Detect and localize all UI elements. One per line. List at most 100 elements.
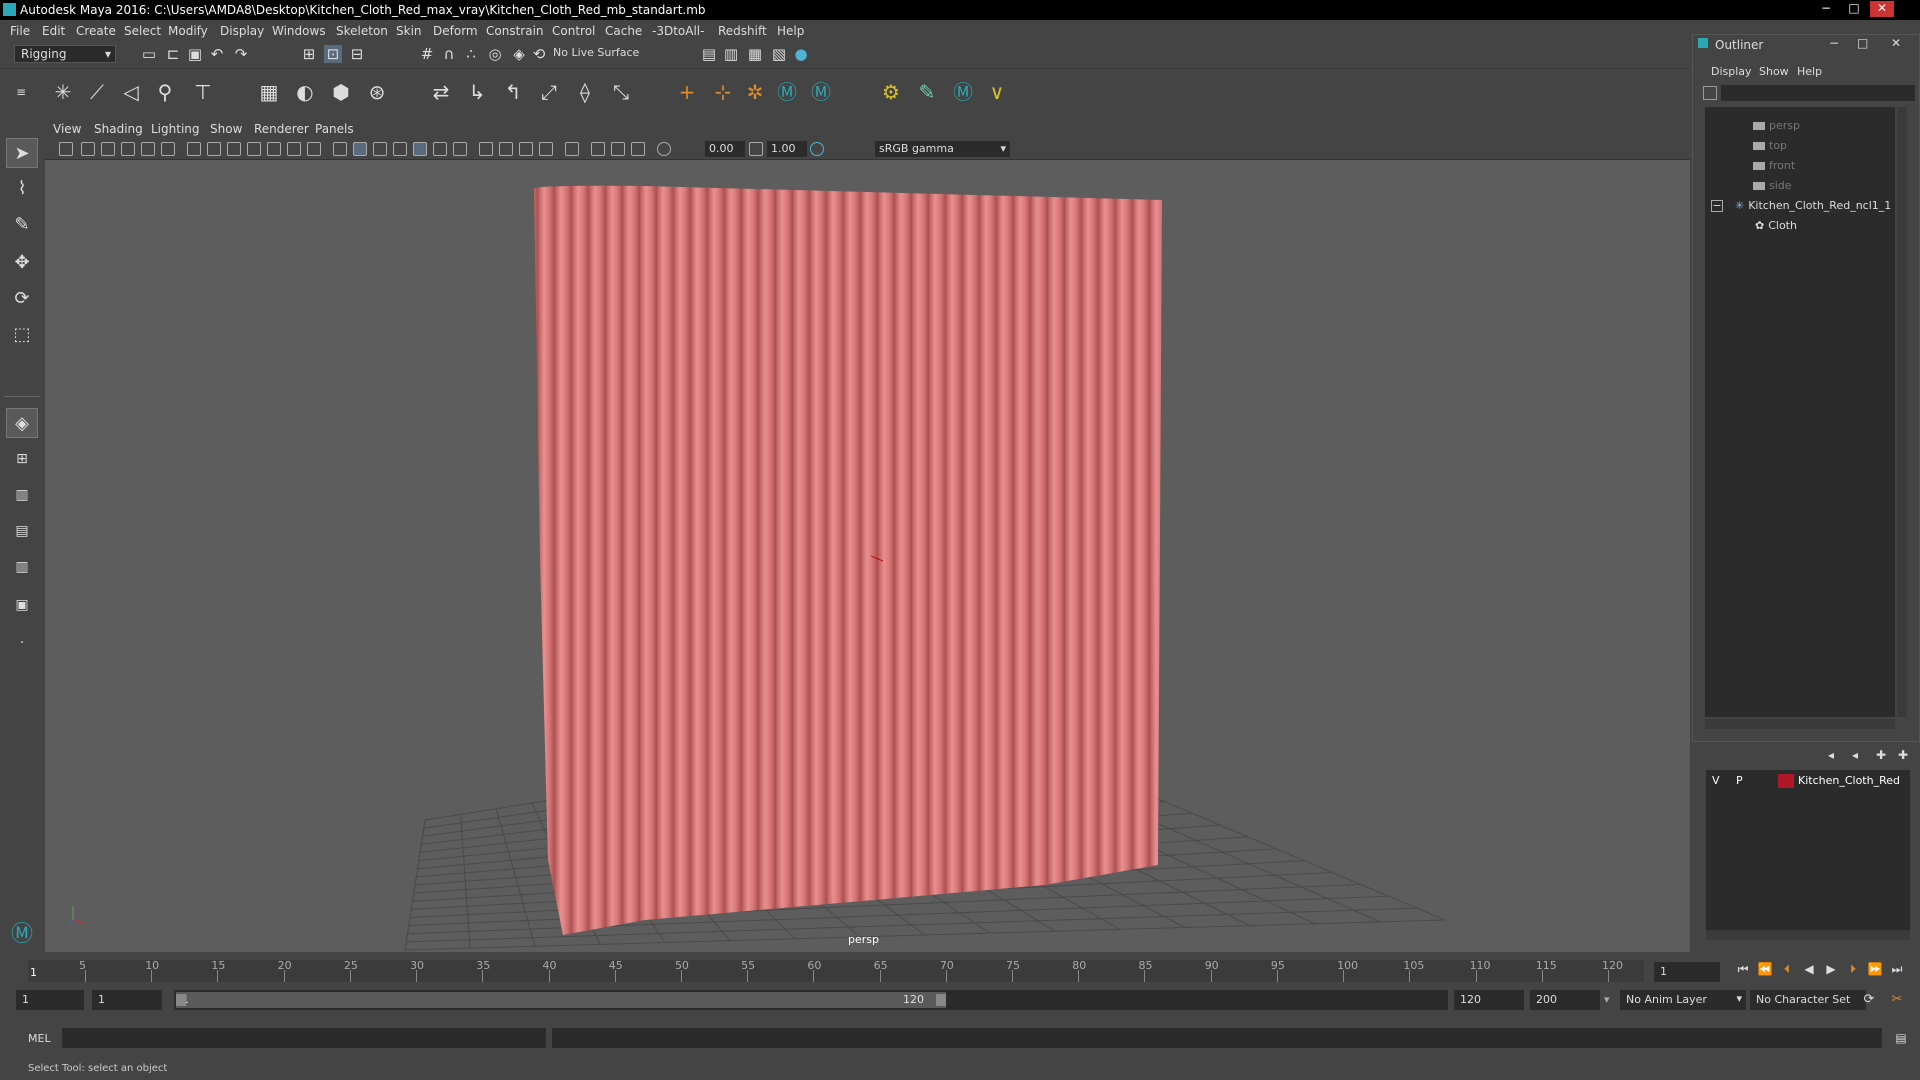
ik-fk-icon[interactable]: ⊹ xyxy=(710,79,736,105)
snap-view-icon[interactable]: ◎ xyxy=(486,45,504,63)
outliner-item-cloth[interactable]: ✿ Cloth xyxy=(1755,217,1797,235)
film-gate-icon[interactable] xyxy=(207,142,221,156)
anti-aliasing-icon[interactable] xyxy=(519,142,533,156)
menu-help[interactable]: Help xyxy=(777,24,804,38)
camera-attributes-icon[interactable] xyxy=(81,142,95,156)
menu-cache[interactable]: Cache xyxy=(605,24,642,38)
layer-color-swatch[interactable] xyxy=(1778,774,1794,788)
animation-preferences-icon[interactable]: ✂ xyxy=(1888,991,1906,1009)
select-object-icon[interactable]: ⊡ xyxy=(324,45,342,63)
isolate-select-icon[interactable] xyxy=(565,142,579,156)
character-set-dropdown[interactable]: No Character Set xyxy=(1750,990,1866,1010)
outliner-item-ncloth[interactable]: − ✳ Kitchen_Cloth_Red_ncl1_1 xyxy=(1711,197,1891,215)
animation-end-field[interactable]: 200 xyxy=(1530,990,1600,1010)
step-back-key-icon[interactable]: ⏪ xyxy=(1756,960,1774,978)
resolution-gate-icon[interactable] xyxy=(227,142,241,156)
lasso-tool-icon[interactable]: ⌇ xyxy=(6,174,38,204)
ik-handle-icon[interactable]: ⟋ xyxy=(84,79,110,105)
layer-visibility-toggle[interactable]: V xyxy=(1712,772,1720,790)
auto-key-icon[interactable]: ⟳ xyxy=(1860,991,1878,1009)
wireframe-on-shaded-icon[interactable] xyxy=(393,142,407,156)
step-forward-key-icon[interactable]: ⏩ xyxy=(1866,960,1884,978)
outliner-maximize-button[interactable]: □ xyxy=(1857,36,1868,50)
open-scene-icon[interactable]: ⊏ xyxy=(164,45,182,63)
menu-create[interactable]: Create xyxy=(76,24,116,38)
mirror-joint-icon[interactable]: ⊤ xyxy=(190,79,216,105)
chevron-down-icon[interactable]: ▾ xyxy=(1604,993,1610,1006)
field-chart-icon[interactable] xyxy=(267,142,281,156)
xray-components-icon[interactable] xyxy=(631,142,645,156)
menu-skin[interactable]: Skin xyxy=(396,24,422,38)
xray-joints-icon[interactable] xyxy=(611,142,625,156)
lattice-icon[interactable]: ⬢ xyxy=(328,79,354,105)
time-ruler[interactable]: 1 5 10 15 20 25 30 35 40 45 50 55 60 65 70 75 80 85 90 95 10… xyxy=(28,959,1644,982)
persp-hypergraph-layout-icon[interactable]: ▣ xyxy=(6,590,38,620)
persp-outliner-layout-icon[interactable]: ▥ xyxy=(6,480,38,510)
motion-blur-icon[interactable] xyxy=(499,142,513,156)
command-input[interactable] xyxy=(62,1028,546,1048)
current-frame-field[interactable]: 1 xyxy=(1654,962,1720,982)
close-button[interactable]: ✕ xyxy=(1870,1,1894,17)
insert-joint-icon[interactable]: ⚲ xyxy=(152,79,178,105)
xray-icon[interactable] xyxy=(591,142,605,156)
range-bar[interactable]: 1 120 xyxy=(176,992,946,1008)
range-start-handle[interactable] xyxy=(176,994,186,1006)
bookmark-icon[interactable] xyxy=(101,142,115,156)
menu-control[interactable]: Control xyxy=(552,24,595,38)
color-management-icon[interactable] xyxy=(810,142,824,156)
grid-icon[interactable] xyxy=(187,142,201,156)
exposure-field[interactable]: 0.00 xyxy=(705,141,745,157)
hypershade-layout-icon[interactable]: ▥ xyxy=(6,552,38,582)
viewport-menu-shading[interactable]: Shading xyxy=(94,122,143,136)
save-scene-icon[interactable]: ▣ xyxy=(186,45,204,63)
gamma-icon[interactable] xyxy=(749,142,763,156)
gate-mask-icon[interactable] xyxy=(247,142,261,156)
go-to-end-icon[interactable]: ⏭ xyxy=(1888,960,1906,978)
single-perspective-layout-icon[interactable]: ◈ xyxy=(6,408,38,438)
menu-modify[interactable]: Modify xyxy=(168,24,208,38)
anim-layer-dropdown[interactable]: No Anim Layer ▾ xyxy=(1620,990,1746,1010)
pole-vector-icon[interactable]: ⤡ xyxy=(608,79,634,105)
outliner-horizontal-scrollbar[interactable] xyxy=(1705,719,1895,729)
outliner-item-persp[interactable]: persp xyxy=(1753,117,1800,135)
textured-icon[interactable] xyxy=(413,142,427,156)
menu-file[interactable]: File xyxy=(10,24,30,38)
hik-icon[interactable]: Ⓜ xyxy=(774,79,800,105)
joint-tool-icon[interactable]: ✳ xyxy=(50,79,76,105)
snap-grid-icon[interactable]: # xyxy=(418,45,436,63)
aim-constraint-icon[interactable]: ↳ xyxy=(464,79,490,105)
ipr-render-icon[interactable]: ▦ xyxy=(746,45,764,63)
rotate-tool-icon[interactable]: ⟳ xyxy=(6,284,38,314)
outliner-minimize-button[interactable]: − xyxy=(1829,36,1839,50)
play-forward-icon[interactable]: ▶ xyxy=(1822,960,1840,978)
select-tool-icon[interactable]: ➤ xyxy=(6,138,38,168)
screen-space-ao-icon[interactable] xyxy=(479,142,493,156)
scene-view[interactable] xyxy=(45,160,1690,952)
paint-weights-icon[interactable]: ◐ xyxy=(292,79,318,105)
scale-tool-icon[interactable]: ⬚ xyxy=(6,320,38,350)
go-to-start-icon[interactable]: ⏮ xyxy=(1734,960,1752,978)
shadows-icon[interactable] xyxy=(453,142,467,156)
render-settings-icon[interactable]: ▤ xyxy=(700,45,718,63)
2d-pan-icon[interactable] xyxy=(141,142,155,156)
bind-skin-icon[interactable]: ▦ xyxy=(256,79,282,105)
move-layer-up-icon[interactable]: ◂ xyxy=(1822,746,1840,764)
gamma-field[interactable]: 1.00 xyxy=(767,141,807,157)
move-layer-down-icon[interactable]: ◂ xyxy=(1846,746,1864,764)
muscle-icon[interactable]: Ⓜ xyxy=(950,79,976,105)
orient-constraint-icon[interactable]: ↰ xyxy=(500,79,526,105)
layer-name[interactable]: Kitchen_Cloth_Red xyxy=(1798,772,1900,790)
new-layer-icon[interactable]: ✚ xyxy=(1872,746,1890,764)
select-hierarchy-icon[interactable]: ⊞ xyxy=(300,45,318,63)
locator-icon[interactable]: + xyxy=(674,79,700,105)
collapse-icon[interactable]: − xyxy=(1711,200,1723,212)
range-end-handle[interactable] xyxy=(936,994,946,1006)
step-forward-frame-icon[interactable]: ⏵ xyxy=(1844,960,1862,978)
four-view-layout-icon[interactable]: ⊞ xyxy=(6,444,38,474)
step-back-frame-icon[interactable]: ⏴ xyxy=(1778,960,1796,978)
new-scene-icon[interactable]: ▭ xyxy=(140,45,158,63)
wrap-icon[interactable]: ∨ xyxy=(984,79,1010,105)
menu-display[interactable]: Display xyxy=(220,24,264,38)
menu-constrain[interactable]: Constrain xyxy=(486,24,544,38)
character-controls-icon[interactable]: Ⓜ xyxy=(808,79,834,105)
